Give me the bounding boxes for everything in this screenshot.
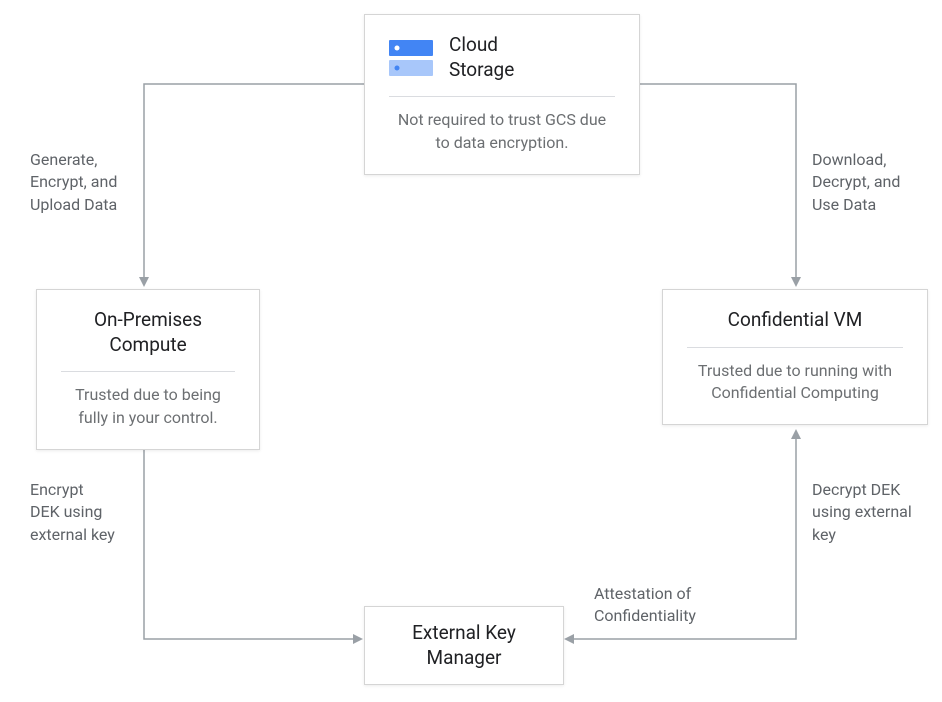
label-generate-upload: Generate, Encrypt, and Upload Data <box>30 149 117 216</box>
cloud-storage-subtitle: Not required to trust GCS due to data en… <box>389 109 615 154</box>
node-cloud-storage: Cloud Storage Not required to trust GCS … <box>364 14 640 175</box>
node-confidential-vm: Confidential VM Trusted due to running w… <box>662 289 928 425</box>
label-encrypt-dek: Encrypt DEK using external key <box>30 479 115 546</box>
label-attestation: Attestation of Confidentiality <box>594 583 696 628</box>
edge-cloudstorage-to-onprem <box>144 84 364 279</box>
on-premises-subtitle: Trusted due to being fully in your contr… <box>61 384 235 429</box>
edge-cloudstorage-to-confvm <box>640 84 796 279</box>
node-on-premises: On-Premises Compute Trusted due to being… <box>36 289 260 450</box>
label-decrypt-dek: Decrypt DEK using external key <box>812 479 912 546</box>
confidential-vm-subtitle: Trusted due to running with Confidential… <box>687 360 903 405</box>
on-premises-title: On-Premises Compute <box>61 308 235 357</box>
cloud-storage-title: Cloud Storage <box>449 33 514 82</box>
storage-icon <box>389 38 433 78</box>
label-download-use: Download, Decrypt, and Use Data <box>812 149 900 216</box>
confidential-vm-title: Confidential VM <box>687 308 903 333</box>
ekm-title: External Key Manager <box>385 621 543 670</box>
edge-onprem-ekm <box>144 437 355 639</box>
node-external-key-manager: External Key Manager <box>364 606 564 685</box>
